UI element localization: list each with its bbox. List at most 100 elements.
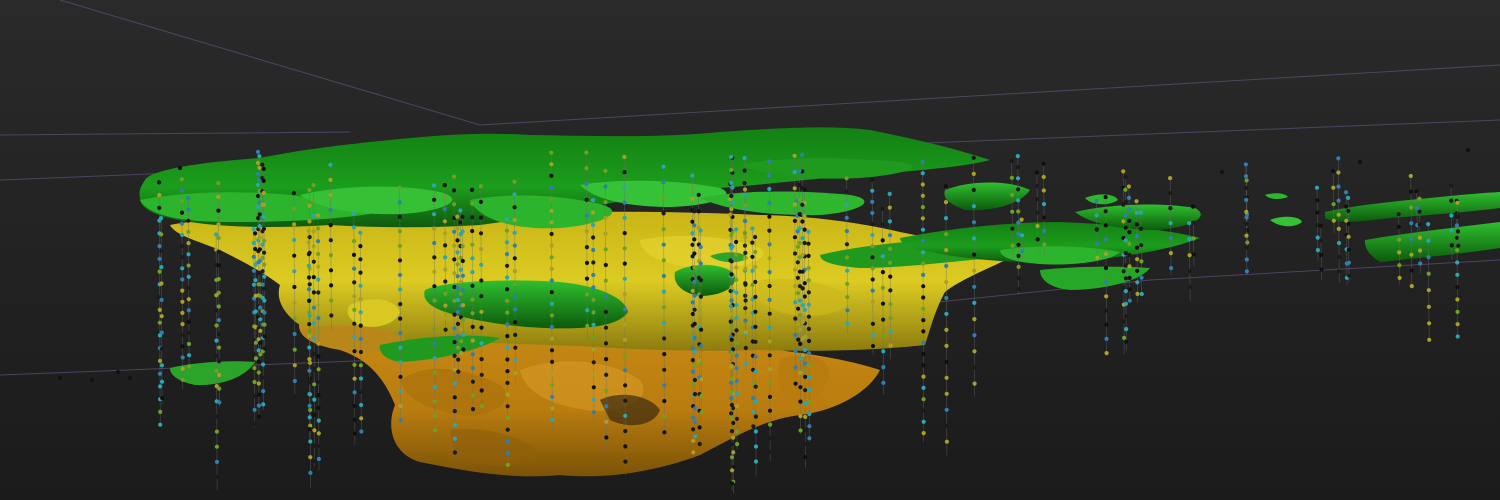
sample-point xyxy=(584,229,589,234)
sample-point xyxy=(734,315,739,320)
sample-point xyxy=(292,331,297,337)
sample-point xyxy=(750,282,755,288)
sample-point xyxy=(157,193,162,198)
sample-point xyxy=(470,270,475,275)
sample-point xyxy=(311,290,316,295)
sample-point xyxy=(432,428,438,433)
sample-point xyxy=(179,221,185,226)
sample-point xyxy=(216,249,221,254)
sample-point xyxy=(1336,184,1341,189)
sample-point xyxy=(157,180,162,185)
sample-point xyxy=(1127,298,1132,303)
sample-point xyxy=(800,152,805,157)
sample-point xyxy=(1409,252,1414,257)
sample-point xyxy=(470,324,475,329)
sample-point xyxy=(1035,237,1040,242)
sample-point xyxy=(742,203,748,208)
sample-point xyxy=(452,436,457,441)
sample-point xyxy=(550,359,555,364)
sample-point xyxy=(1035,223,1040,229)
sample-point xyxy=(753,384,758,389)
sample-point xyxy=(792,170,797,175)
sample-point xyxy=(792,202,797,207)
sample-point xyxy=(352,307,357,312)
sample-point xyxy=(397,258,403,263)
sample-point xyxy=(881,349,886,354)
sample-point xyxy=(442,195,447,200)
sample-point xyxy=(793,332,798,337)
sample-point xyxy=(806,229,811,234)
sample-point xyxy=(550,383,555,388)
sample-point xyxy=(690,311,695,317)
sample-point xyxy=(1104,280,1109,285)
sample-point xyxy=(807,399,812,404)
sample-point xyxy=(943,184,949,189)
sample-point xyxy=(359,389,364,394)
sample-point xyxy=(870,188,875,193)
sample-point xyxy=(452,243,457,248)
sample-point xyxy=(806,351,812,356)
sample-point xyxy=(505,334,510,339)
sample-point xyxy=(397,243,402,248)
sample-point xyxy=(887,233,893,238)
sample-point xyxy=(971,155,976,160)
sample-point xyxy=(734,265,739,270)
sample-point xyxy=(398,403,403,408)
sample-point xyxy=(397,200,402,205)
sample-point xyxy=(253,309,258,314)
sample-point xyxy=(767,408,773,413)
sample-point xyxy=(216,345,222,350)
sample-point xyxy=(1168,191,1173,196)
sample-point xyxy=(315,226,321,231)
sample-point xyxy=(329,283,334,288)
sample-point xyxy=(1123,212,1128,218)
sample-point xyxy=(479,372,484,377)
sample-point xyxy=(1122,335,1127,340)
sample-point xyxy=(513,345,518,350)
3d-viewport[interactable] xyxy=(0,0,1500,500)
sample-point xyxy=(470,393,476,398)
sample-point xyxy=(845,295,850,300)
sample-point xyxy=(802,307,808,312)
sample-point xyxy=(944,343,949,348)
sample-point xyxy=(870,299,875,304)
sample-point xyxy=(920,216,926,221)
sample-point xyxy=(512,217,517,223)
sample-point xyxy=(257,224,262,229)
sample-point xyxy=(604,357,609,362)
sample-point xyxy=(358,376,364,381)
sample-point xyxy=(1191,252,1196,257)
sample-point xyxy=(728,304,733,309)
sample-point xyxy=(798,399,803,404)
sample-point xyxy=(729,337,734,342)
sample-point xyxy=(1041,174,1046,180)
sample-point xyxy=(504,240,510,245)
sample-point xyxy=(307,298,312,303)
sample-point xyxy=(452,257,457,262)
sample-point xyxy=(214,368,219,373)
sample-point xyxy=(456,333,461,338)
sample-point xyxy=(729,259,734,264)
sample-point xyxy=(258,305,263,310)
sample-point xyxy=(1244,269,1249,274)
sample-point xyxy=(504,228,509,233)
sample-point xyxy=(844,229,850,234)
sample-point xyxy=(1127,207,1132,212)
sample-point xyxy=(452,312,457,317)
sample-point xyxy=(920,159,925,164)
sample-point xyxy=(767,214,772,219)
sample-point xyxy=(312,397,317,402)
sample-point xyxy=(1455,272,1460,277)
sample-point xyxy=(729,376,734,381)
sample-point xyxy=(800,219,805,224)
sample-point xyxy=(806,314,812,319)
sample-point xyxy=(692,335,697,340)
sample-point xyxy=(845,308,850,313)
sample-point xyxy=(920,171,925,176)
sample-point xyxy=(870,255,875,260)
sample-point xyxy=(513,332,518,337)
sample-point xyxy=(1123,225,1128,230)
sample-point xyxy=(972,349,977,354)
sample-point xyxy=(604,419,609,424)
sample-point xyxy=(307,187,312,193)
